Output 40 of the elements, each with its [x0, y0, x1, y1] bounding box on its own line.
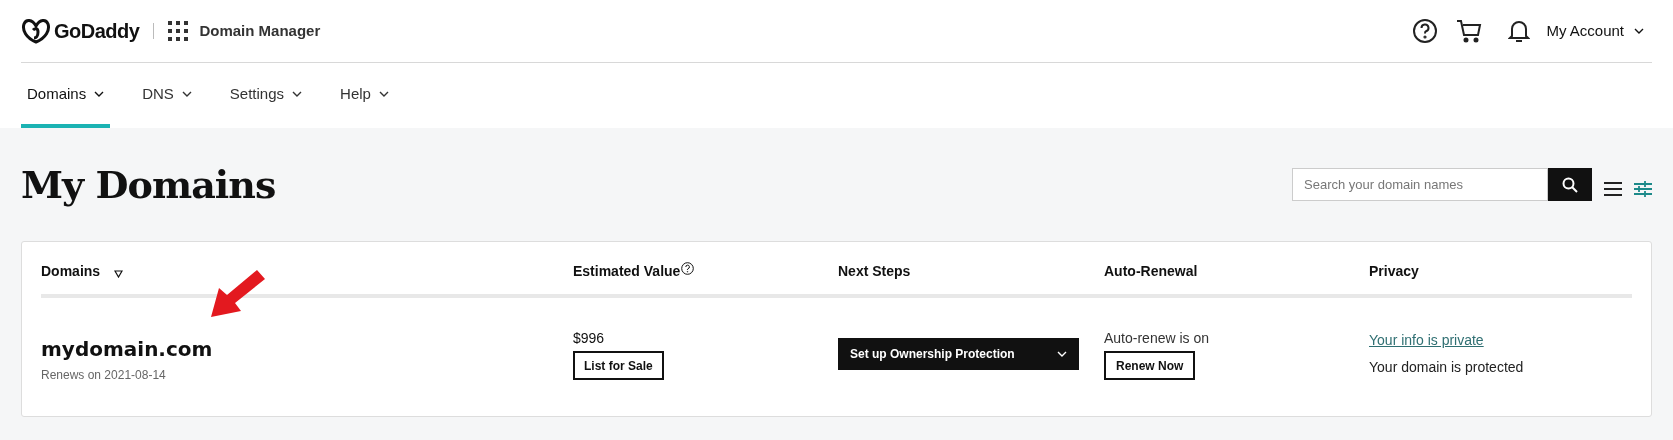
column-header: Auto-Renewal	[1104, 261, 1198, 281]
nav-tab[interactable]: Settings	[223, 64, 309, 128]
search-icon	[1562, 176, 1578, 193]
search-field[interactable]: Search your domain names	[1292, 168, 1548, 201]
page-title: My Domains	[21, 161, 276, 209]
renew-now-button[interactable]: Renew Now	[1104, 351, 1196, 380]
chevron-icon	[94, 91, 105, 97]
privacy-status: Your domain is protected	[1369, 358, 1524, 377]
info-icon[interactable]	[681, 261, 695, 275]
estimated-value: $996	[573, 329, 605, 348]
privacy-link[interactable]: Your info is private	[1369, 330, 1484, 351]
auto-renew-status: Auto-renew is on	[1104, 329, 1210, 348]
apps-grid-icon[interactable]	[168, 21, 189, 41]
column-header: Estimated Value	[573, 261, 681, 281]
chevron-icon	[1057, 351, 1067, 357]
sort-triangle-icon[interactable]	[114, 270, 124, 278]
nav-tab[interactable]: Help	[334, 64, 395, 128]
domain-name[interactable]: mydomain.com	[41, 334, 573, 364]
app-title: Domain Manager	[199, 20, 321, 41]
chevron-icon	[378, 91, 389, 97]
chevron-icon	[181, 91, 192, 97]
cart-icon[interactable]	[1456, 18, 1483, 44]
bell-icon[interactable]	[1508, 19, 1531, 43]
account-menu[interactable]: My Account	[1546, 19, 1652, 43]
column-header: Next Steps	[838, 261, 911, 281]
help-icon[interactable]	[1412, 18, 1439, 44]
chevron-icon	[292, 91, 303, 97]
column-header[interactable]: Domains	[41, 260, 101, 282]
column-header: Privacy	[1369, 261, 1419, 281]
logo-icon[interactable]	[21, 18, 51, 44]
nav-tab[interactable]: DNS	[136, 64, 198, 128]
filter-sliders-icon[interactable]	[1634, 180, 1652, 197]
list-view-icon[interactable]	[1604, 181, 1622, 196]
search-button[interactable]	[1548, 168, 1592, 201]
brand-name: GoDaddy	[54, 19, 140, 44]
next-step-dropdown[interactable]: Set up Ownership Protection	[838, 338, 1079, 370]
nav-tab[interactable]: Domains	[21, 64, 111, 128]
chevron-icon	[1634, 28, 1644, 34]
list-for-sale-button[interactable]: List for Sale	[573, 351, 664, 380]
renewal-date: Renews on 2021-08-14	[41, 367, 167, 384]
